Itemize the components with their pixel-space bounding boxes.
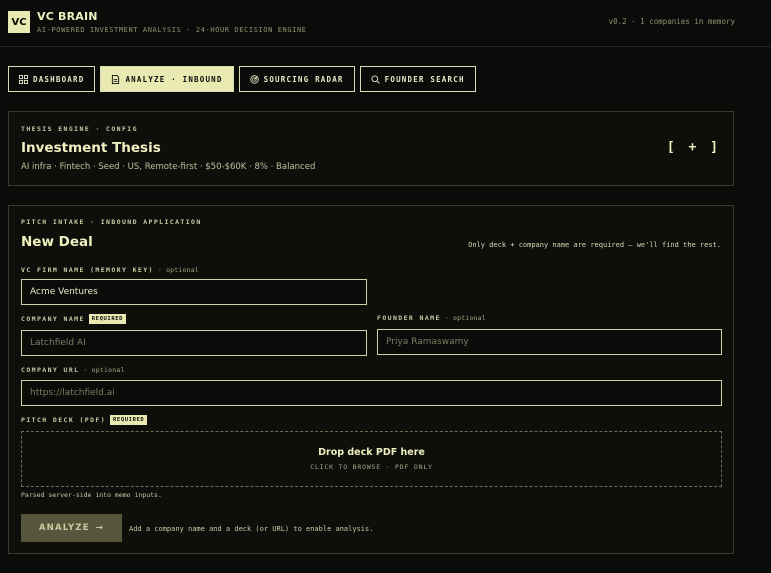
- nav-analyze-inbound-button[interactable]: ANALYZE · INBOUND: [100, 66, 234, 92]
- new-deal-panel: PITCH INTAKE · INBOUND APPLICATION New D…: [8, 205, 734, 554]
- optional-note: · optional: [83, 366, 125, 374]
- arrow-right-icon: →: [95, 523, 105, 533]
- parsed-note: Parsed server-side into memo inputs.: [21, 491, 162, 499]
- app-logo: VC: [8, 11, 30, 33]
- thesis-panel: THESIS ENGINE · CONFIG Investment Thesis…: [8, 111, 734, 186]
- company-name-label-text: COMPANY NAME: [21, 315, 85, 323]
- pitch-deck-label: PITCH DECK (PDF) REQUIRED: [21, 415, 148, 425]
- radar-icon: [249, 74, 259, 84]
- optional-note: · optional: [157, 266, 199, 274]
- company-name-input[interactable]: Latchfield AI: [21, 330, 367, 356]
- deal-hint: Only deck + company name are required — …: [468, 241, 721, 249]
- nav-label: DASHBOARD: [33, 74, 85, 84]
- nav-label: ANALYZE · INBOUND: [125, 74, 223, 84]
- nav-label: SOURCING RADAR: [263, 74, 344, 84]
- search-icon: [371, 74, 380, 84]
- dropzone-title: Drop deck PDF here: [318, 447, 425, 458]
- required-badge: REQUIRED: [88, 314, 127, 324]
- nav-founder-search-button[interactable]: FOUNDER SEARCH: [359, 66, 476, 92]
- vc-firm-label: VC FIRM NAME (MEMORY KEY) · optional: [21, 266, 199, 274]
- app-title: VC BRAIN: [37, 10, 98, 23]
- deal-eyebrow: PITCH INTAKE · INBOUND APPLICATION: [21, 218, 202, 226]
- analyze-label: ANALYZE: [38, 523, 90, 533]
- company-url-placeholder: https://latchfield.ai: [30, 388, 115, 398]
- vc-firm-input[interactable]: Acme Ventures: [21, 279, 367, 305]
- app-subtitle: AI-POWERED INVESTMENT ANALYSIS · 24-HOUR…: [37, 26, 307, 34]
- analyze-hint: Add a company name and a deck (or URL) t…: [129, 525, 374, 533]
- vc-firm-label-text: VC FIRM NAME (MEMORY KEY): [21, 266, 154, 274]
- grid-icon: [19, 74, 28, 84]
- thesis-summary: AI infra · Fintech · Seed · US, Remote-f…: [21, 162, 316, 172]
- memory-status: v0.2 · 1 companies in memory: [608, 17, 735, 26]
- nav-dashboard-button[interactable]: DASHBOARD: [8, 66, 96, 92]
- founder-name-label: FOUNDER NAME · optional: [377, 314, 486, 322]
- company-url-label-text: COMPANY URL: [21, 366, 80, 374]
- app-header: VC VC BRAIN AI-POWERED INVESTMENT ANALYS…: [0, 0, 771, 47]
- thesis-expand-button[interactable]: [ + ]: [667, 140, 721, 155]
- nav-label: FOUNDER SEARCH: [384, 74, 465, 84]
- founder-name-label-text: FOUNDER NAME: [377, 314, 441, 322]
- founder-name-input[interactable]: Priya Ramaswamy: [377, 329, 722, 355]
- company-name-placeholder: Latchfield AI: [30, 338, 86, 348]
- main-nav: DASHBOARD ANALYZE · INBOUND SOURCING RAD…: [8, 66, 476, 92]
- company-name-label: COMPANY NAME REQUIRED: [21, 314, 127, 324]
- deck-dropzone[interactable]: Drop deck PDF here CLICK TO BROWSE · PDF…: [21, 431, 722, 487]
- thesis-eyebrow: THESIS ENGINE · CONFIG: [21, 125, 138, 133]
- pitch-deck-label-text: PITCH DECK (PDF): [21, 416, 107, 424]
- vc-firm-value: Acme Ventures: [30, 287, 98, 297]
- company-url-input[interactable]: https://latchfield.ai: [21, 380, 722, 406]
- nav-sourcing-radar-button[interactable]: SOURCING RADAR: [238, 66, 355, 92]
- thesis-title: Investment Thesis: [21, 140, 161, 156]
- deal-title: New Deal: [21, 234, 93, 250]
- optional-note: · optional: [444, 314, 486, 322]
- founder-name-placeholder: Priya Ramaswamy: [386, 337, 469, 347]
- analyze-button[interactable]: ANALYZE →: [21, 514, 122, 542]
- company-url-label: COMPANY URL · optional: [21, 366, 125, 374]
- document-icon: [112, 74, 120, 84]
- required-badge: REQUIRED: [110, 415, 148, 425]
- dropzone-subtitle: CLICK TO BROWSE · PDF ONLY: [310, 463, 433, 471]
